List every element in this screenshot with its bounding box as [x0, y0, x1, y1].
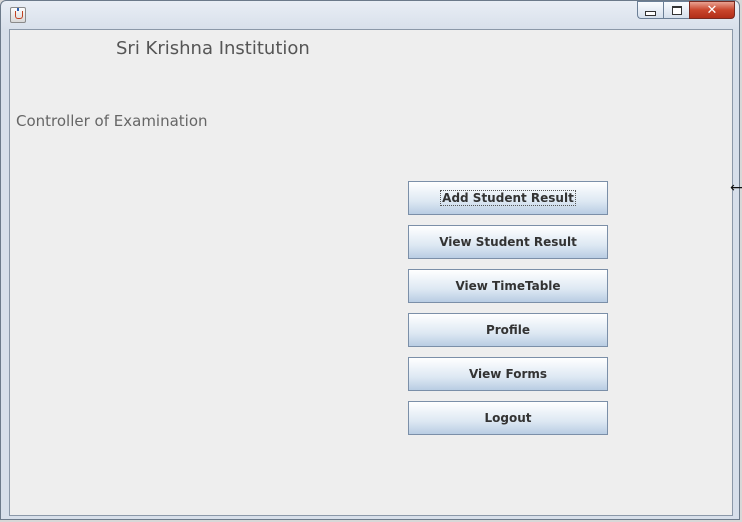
minimize-button[interactable]: [637, 1, 663, 19]
title-bar[interactable]: ✕: [1, 1, 739, 29]
main-panel: Sri Krishna Institution Controller of Ex…: [9, 29, 733, 516]
view-forms-label: View Forms: [468, 367, 548, 381]
add-student-result-button[interactable]: Add Student Result: [408, 181, 608, 215]
maximize-icon: [671, 5, 682, 15]
minimize-icon: [645, 10, 656, 16]
java-app-icon[interactable]: [10, 7, 26, 23]
logout-button[interactable]: Logout: [408, 401, 608, 435]
view-student-result-label: View Student Result: [439, 235, 577, 249]
view-student-result-button[interactable]: View Student Result: [408, 225, 608, 259]
close-button[interactable]: ✕: [689, 1, 735, 19]
view-timetable-button[interactable]: View TimeTable: [408, 269, 608, 303]
view-forms-button[interactable]: View Forms: [408, 357, 608, 391]
app-window: ✕ Sri Krishna Institution Controller of …: [0, 0, 742, 520]
profile-label: Profile: [485, 323, 531, 337]
institution-title: Sri Krishna Institution: [116, 38, 310, 59]
logout-label: Logout: [484, 411, 532, 425]
window-controls: ✕: [637, 1, 735, 21]
horizontal-resize-cursor-icon: ⟷: [730, 180, 742, 196]
add-student-result-label: Add Student Result: [440, 190, 576, 206]
close-icon: ✕: [706, 2, 718, 18]
maximize-button[interactable]: [663, 1, 689, 19]
view-timetable-label: View TimeTable: [455, 279, 561, 293]
profile-button[interactable]: Profile: [408, 313, 608, 347]
role-label: Controller of Examination: [16, 112, 208, 130]
